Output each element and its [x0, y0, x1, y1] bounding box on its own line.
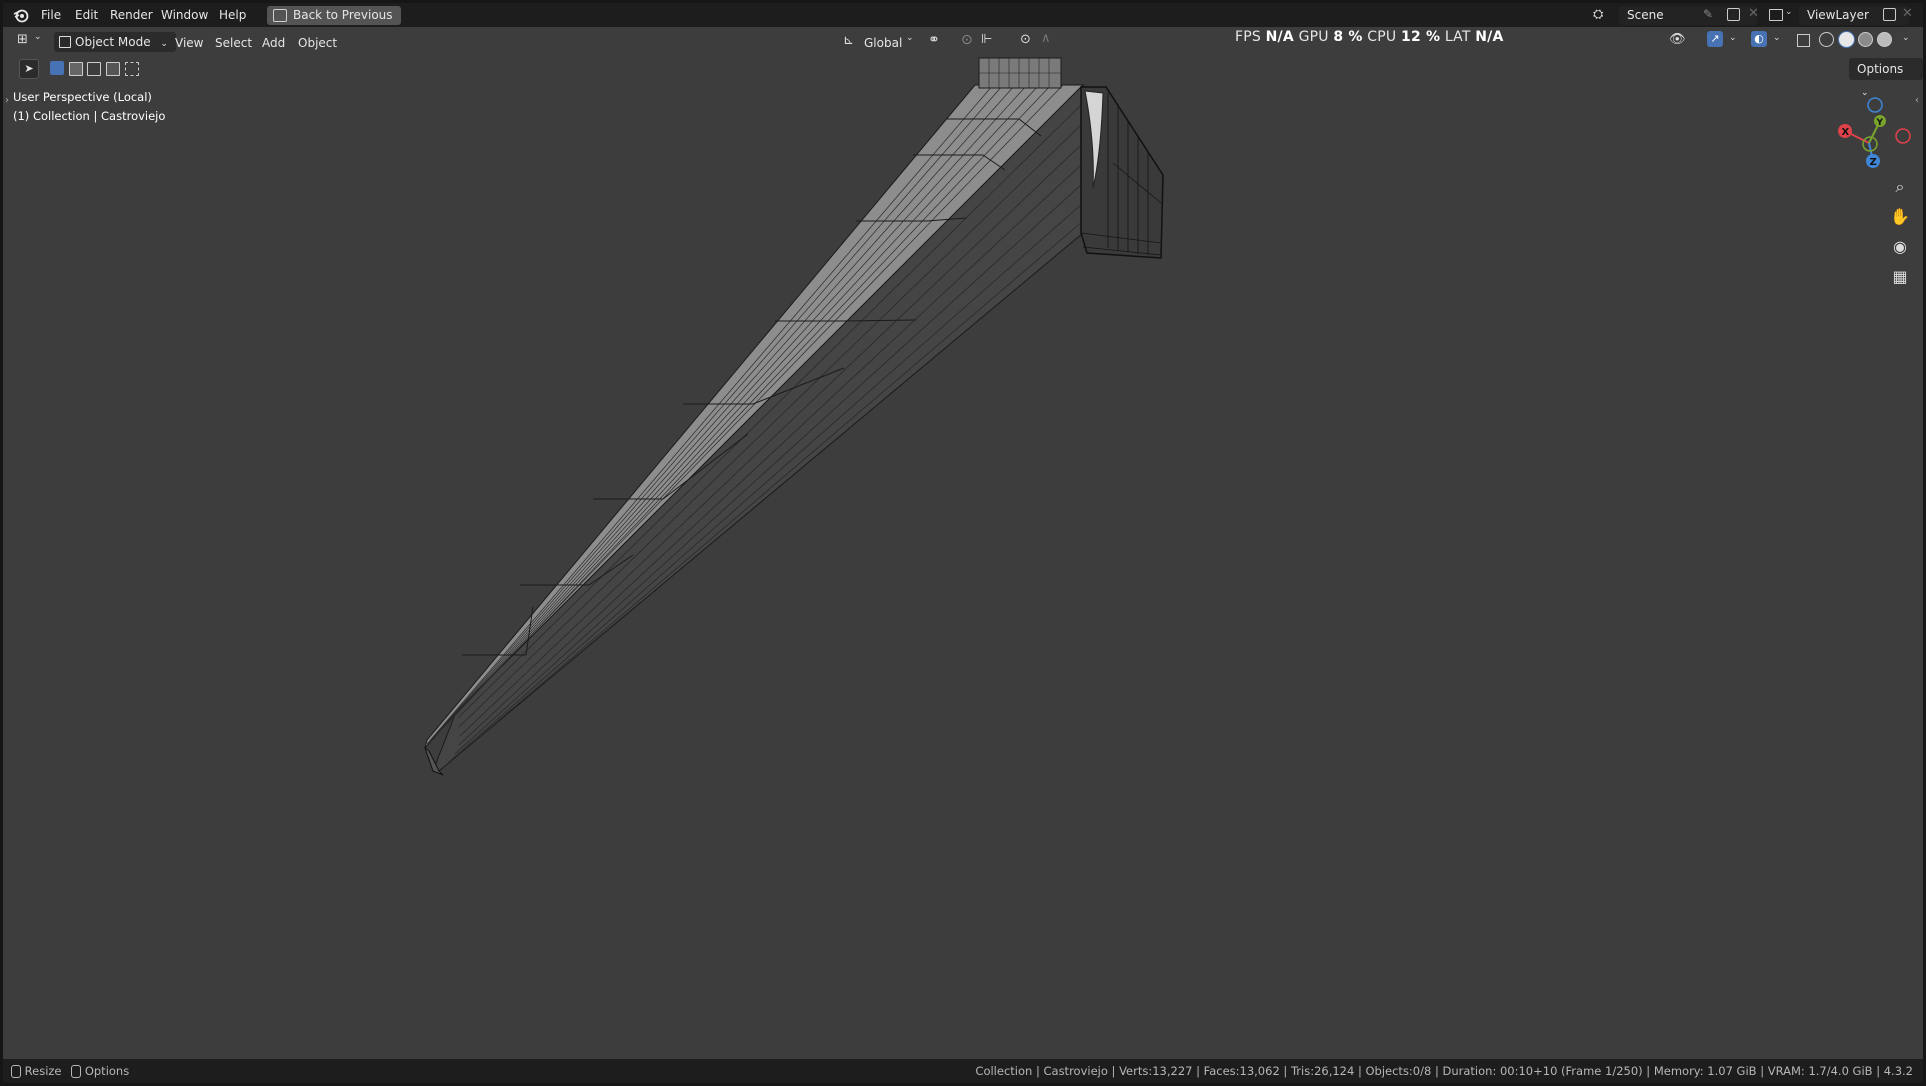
falloff-icon[interactable]: ∧ — [1041, 31, 1051, 46]
zoom-icon[interactable]: ⌕ — [1888, 175, 1912, 199]
xray-toggle-icon[interactable] — [1797, 34, 1810, 47]
gpu-value: 8 % — [1333, 29, 1363, 45]
performance-stats: FPS N/A GPU 8 % CPU 12 % LAT N/A — [1235, 29, 1504, 45]
lat-value: N/A — [1475, 29, 1504, 45]
object-mode-dropdown[interactable]: Object Mode ⌄ — [54, 32, 176, 52]
gpu-label: GPU — [1298, 29, 1329, 45]
new-view-layer-icon[interactable] — [1883, 8, 1896, 21]
orientation-dropdown-icon[interactable]: ⌄ — [906, 33, 914, 43]
pan-hand-icon[interactable]: ✋ — [1888, 205, 1912, 229]
sidebar-toggle-icon[interactable]: ‹ — [1915, 95, 1919, 106]
back-to-previous-button[interactable]: Back to Previous — [267, 6, 401, 25]
pivot-point-icon[interactable]: ⚭ — [928, 32, 940, 48]
menu-add[interactable]: Add — [262, 33, 285, 53]
view-layer-dropdown-icon[interactable]: ⌄ — [1785, 7, 1793, 17]
z-axis-label: Z — [1870, 157, 1877, 168]
overlays-dropdown-icon[interactable]: ⌄ — [1773, 33, 1781, 43]
top-menu-bar: File Edit Render Window Help Back to Pre… — [3, 3, 1923, 27]
proportional-editing-icon[interactable]: ⊙ — [1020, 32, 1031, 47]
menu-help[interactable]: Help — [213, 3, 252, 27]
status-options-hint: Options — [84, 1064, 130, 1078]
menu-render[interactable]: Render — [104, 3, 159, 27]
menu-view[interactable]: View — [175, 33, 203, 53]
navigation-gizmo[interactable]: X Y Z — [1829, 87, 1919, 177]
chevron-down-icon: ⌄ — [160, 39, 168, 49]
menu-object[interactable]: Object — [298, 33, 337, 53]
status-resize-hint: Resize — [24, 1064, 62, 1078]
camera-view-icon[interactable]: ◉ — [1888, 235, 1912, 259]
new-scene-icon[interactable] — [1727, 8, 1740, 21]
transform-orientation-label[interactable]: Global — [864, 33, 902, 53]
fps-label: FPS — [1235, 29, 1261, 45]
scene-name: Scene — [1627, 8, 1664, 22]
blender-logo-icon[interactable] — [13, 7, 29, 23]
fps-value: N/A — [1265, 29, 1294, 45]
transform-orientation-icon[interactable]: ⊾ — [843, 33, 854, 48]
object-mode-label: Object Mode — [75, 35, 151, 49]
scene-type-icon[interactable]: ⛭ — [1593, 7, 1603, 22]
object-mode-icon — [59, 36, 71, 48]
mouse-left-icon — [11, 1065, 21, 1078]
blender-window: File Edit Render Window Help Back to Pre… — [3, 3, 1923, 1083]
pin-icon[interactable]: ✎ — [1703, 7, 1713, 21]
3d-viewport[interactable] — [3, 53, 1923, 1059]
x-axis-label: X — [1842, 127, 1850, 138]
perspective-toggle-icon[interactable]: ▦ — [1888, 265, 1912, 289]
menu-edit[interactable]: Edit — [69, 3, 104, 27]
menu-file[interactable]: File — [35, 3, 67, 27]
cpu-value: 12 % — [1401, 29, 1441, 45]
neg-x-axis-icon[interactable] — [1895, 128, 1911, 144]
view-layer-icon[interactable] — [1769, 9, 1783, 21]
status-hints: Resize Options — [11, 1059, 129, 1083]
back-to-previous-label: Back to Previous — [293, 8, 393, 22]
cpu-label: CPU — [1367, 29, 1397, 45]
shading-dropdown-icon[interactable]: ⌄ — [1902, 33, 1910, 43]
delete-scene-icon[interactable]: ✕ — [1748, 6, 1759, 21]
solid-shading-icon[interactable] — [1838, 31, 1855, 48]
editor-type-dropdown-icon[interactable]: ⌄ — [34, 32, 42, 42]
neg-z-axis-icon[interactable] — [1867, 97, 1883, 113]
mouse-right-icon — [71, 1065, 82, 1078]
wireframe-shading-icon[interactable] — [1819, 32, 1834, 47]
gizmo-toggle-icon[interactable]: ↗ — [1707, 31, 1723, 47]
y-axis-label: Y — [1876, 118, 1884, 128]
delete-view-layer-icon[interactable]: ✕ — [1902, 6, 1913, 21]
rendered-shading-icon[interactable] — [1877, 32, 1892, 47]
castroviejo-mesh — [423, 57, 1164, 776]
lat-label: LAT — [1444, 29, 1471, 45]
view-layer-name: ViewLayer — [1807, 8, 1869, 22]
back-icon — [273, 9, 287, 22]
scene-statistics: Collection | Castroviejo | Verts:13,227 … — [975, 1064, 1913, 1078]
menu-select[interactable]: Select — [215, 33, 252, 53]
selectability-visibility-icon[interactable]: 👁 — [1669, 32, 1686, 47]
editor-type-icon[interactable]: ⊞ — [17, 32, 28, 47]
toolbar-toggle-icon[interactable]: › — [5, 95, 9, 106]
menu-window[interactable]: Window — [155, 3, 214, 27]
gizmo-dropdown-icon[interactable]: ⌄ — [1729, 33, 1737, 43]
overlays-toggle-icon[interactable]: ◐ — [1751, 31, 1767, 47]
snap-icon[interactable]: ⊙ — [961, 32, 973, 48]
material-shading-icon[interactable] — [1858, 32, 1873, 47]
status-bar: Resize Options Collection | Castroviejo … — [3, 1059, 1923, 1083]
snap-target-icon[interactable]: ⊩ — [981, 32, 992, 47]
